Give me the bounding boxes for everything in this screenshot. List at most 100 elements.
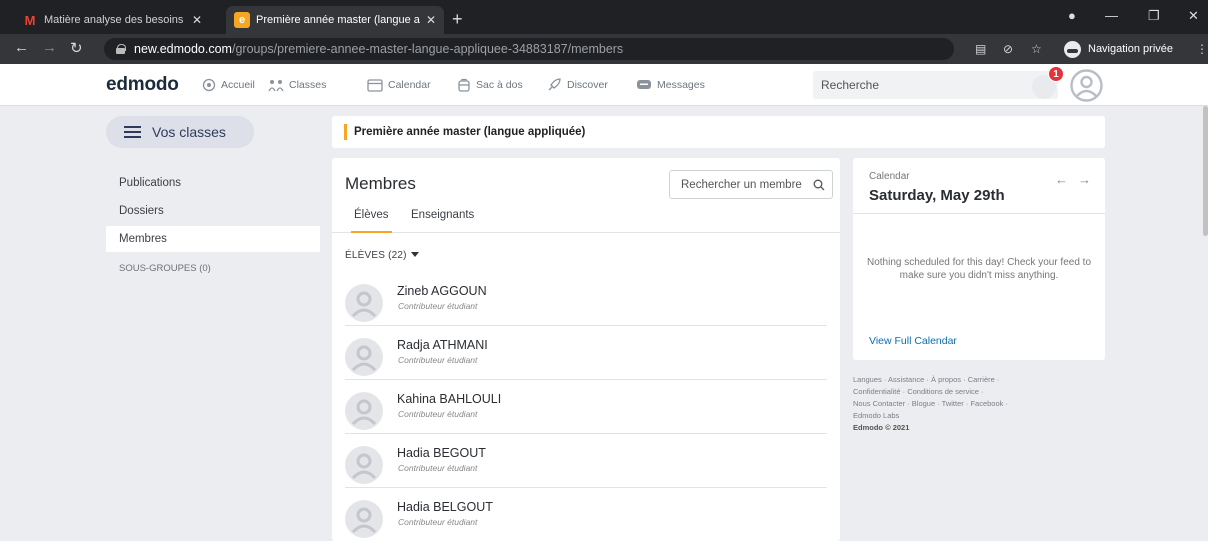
calendar-date: Saturday, May 29th — [869, 187, 1005, 204]
edmodo-logo[interactable]: edmodo — [106, 74, 179, 96]
member-row[interactable]: Kahina BAHLOULI Contributeur étudiant — [345, 380, 827, 434]
vos-classes-button[interactable]: Vos classes — [106, 116, 254, 148]
nav-classes[interactable]: Classes — [268, 64, 326, 106]
search-icon[interactable] — [813, 179, 825, 191]
footer-link[interactable]: Confidentialité — [853, 387, 901, 396]
footer-link[interactable]: Facebook — [970, 399, 1003, 408]
close-tab-icon[interactable]: ✕ — [426, 13, 436, 27]
home-icon — [202, 78, 216, 92]
message-icon — [637, 80, 651, 89]
nav-label: Messages — [657, 79, 705, 91]
member-avatar-icon — [345, 392, 383, 430]
sidebar-item-sous-groupes[interactable]: SOUS-GROUPES (0) — [106, 255, 320, 281]
new-tab-button[interactable]: + — [452, 9, 463, 30]
classes-icon — [268, 80, 284, 92]
member-name[interactable]: Radja ATHMANI — [397, 338, 488, 352]
close-tab-icon[interactable]: ✕ — [192, 13, 202, 27]
star-icon[interactable]: ☆ — [1031, 42, 1042, 56]
restore-icon[interactable]: ❐ — [1148, 8, 1160, 24]
member-tabs: Élèves Enseignants — [332, 207, 840, 233]
students-count-label: ÉLÈVES (22) — [345, 250, 407, 261]
member-search-input[interactable]: Rechercher un membre — [669, 170, 833, 199]
member-name[interactable]: Zineb AGGOUN — [397, 284, 487, 298]
divider — [853, 213, 1105, 214]
back-arrow-icon[interactable]: ← — [14, 39, 29, 56]
footer-link[interactable]: Assistance — [888, 375, 924, 384]
tracking-off-icon[interactable]: ⊘ — [1003, 42, 1013, 56]
copyright: Edmodo © 2021 — [853, 423, 910, 432]
member-name[interactable]: Kahina BAHLOULI — [397, 392, 501, 406]
members-title: Membres — [345, 174, 416, 193]
members-panel: Membres Rechercher un membre Élèves Ense… — [332, 158, 840, 541]
caret-down-icon — [410, 252, 419, 257]
close-window-icon[interactable]: ✕ — [1188, 8, 1199, 24]
calendar-arrows: ← → — [1055, 172, 1091, 187]
footer-link[interactable]: À propos — [931, 375, 961, 384]
calendar-card: Calendar Saturday, May 29th ← → Nothing … — [853, 158, 1105, 360]
nav-label: Calendar — [388, 79, 431, 91]
member-role: Contributeur étudiant — [398, 301, 478, 311]
tab-title: Matière analyse des besoins et c — [44, 14, 186, 26]
backpack-icon — [458, 78, 470, 92]
url-field[interactable]: new.edmodo.com /groups/premiere-annee-ma… — [104, 38, 954, 60]
minimize-icon[interactable]: — — [1105, 8, 1118, 23]
gmail-icon: M — [24, 12, 36, 28]
member-role: Contributeur étudiant — [398, 355, 478, 365]
translate-icon[interactable]: ▤ — [975, 42, 986, 56]
member-name[interactable]: Hadia BELGOUT — [397, 500, 493, 514]
sidebar-item-membres[interactable]: Membres — [106, 226, 320, 252]
footer-link[interactable]: Twitter — [942, 399, 964, 408]
member-avatar-icon — [345, 338, 383, 376]
sidebar-item-publications[interactable]: Publications — [106, 170, 320, 196]
user-avatar-icon[interactable] — [1070, 69, 1103, 102]
footer-link[interactable]: Carrière — [968, 375, 995, 384]
member-search-placeholder: Rechercher un membre — [681, 178, 802, 191]
browser-tab-gmail[interactable]: M Matière analyse des besoins et c ✕ — [14, 6, 210, 34]
nav-accueil[interactable]: Accueil — [202, 64, 255, 106]
lock-icon — [116, 44, 126, 54]
vos-classes-label: Vos classes — [152, 124, 226, 140]
footer-link[interactable]: Langues — [853, 375, 882, 384]
prev-day-arrow-icon[interactable]: ← — [1055, 172, 1068, 187]
member-row[interactable]: Zineb AGGOUN Contributeur étudiant — [345, 272, 827, 326]
member-row[interactable]: Hadia BEGOUT Contributeur étudiant — [345, 434, 827, 488]
member-row[interactable]: Radja ATHMANI Contributeur étudiant — [345, 326, 827, 380]
tab-enseignants[interactable]: Enseignants — [411, 209, 474, 233]
sidebar-item-dossiers[interactable]: Dossiers — [106, 198, 320, 224]
nav-calendar[interactable]: Calendar — [367, 64, 431, 106]
forward-arrow-icon[interactable]: → — [42, 39, 57, 56]
nav-label: Accueil — [221, 79, 255, 91]
next-day-arrow-icon[interactable]: → — [1078, 172, 1091, 187]
nav-label: Sac à dos — [476, 79, 523, 91]
browser-menu-icon[interactable]: ⋮ — [1196, 42, 1208, 56]
reload-icon[interactable]: ↻ — [70, 39, 83, 57]
member-row[interactable]: Hadia BELGOUT Contributeur étudiant — [345, 488, 827, 541]
nav-discover[interactable]: Discover — [546, 64, 608, 106]
nav-messages[interactable]: Messages — [636, 64, 705, 106]
member-avatar-icon — [345, 284, 383, 322]
tab-title: Première année master (langue a — [256, 14, 420, 26]
browser-tab-edmodo[interactable]: e Première année master (langue a ✕ — [226, 6, 444, 34]
search-placeholder: Recherche — [821, 78, 880, 92]
profile-dot-icon[interactable]: ● — [1068, 8, 1076, 23]
edmodo-favicon-icon: e — [234, 12, 250, 28]
page-scrollbar[interactable] — [1203, 106, 1208, 236]
edmodo-header: edmodo Accueil Classes Calendar Sac à do… — [0, 64, 1208, 106]
hamburger-menu-icon — [124, 126, 141, 138]
footer-link[interactable]: Edmodo Labs — [853, 411, 899, 420]
view-full-calendar-link[interactable]: View Full Calendar — [869, 335, 957, 347]
calendar-icon — [367, 79, 383, 92]
member-name[interactable]: Hadia BEGOUT — [397, 446, 486, 460]
header-search-input[interactable]: Recherche — [813, 71, 1058, 99]
incognito-indicator[interactable]: Navigation privée — [1064, 39, 1173, 59]
students-filter-dropdown[interactable]: ÉLÈVES (22) — [345, 250, 419, 261]
nav-sac-a-dos[interactable]: Sac à dos — [457, 64, 523, 106]
footer-link[interactable]: Blogue — [912, 399, 935, 408]
footer-link[interactable]: Conditions de service — [907, 387, 979, 396]
member-role: Contributeur étudiant — [398, 409, 478, 419]
footer-link[interactable]: Nous Contacter — [853, 399, 905, 408]
calendar-empty-message: Nothing scheduled for this day! Check yo… — [866, 257, 1092, 281]
class-name-banner: Première année master (langue appliquée) — [332, 116, 1105, 148]
tab-eleves[interactable]: Élèves — [351, 209, 392, 233]
footer-links: Langues · Assistance · À propos · Carriè… — [853, 374, 1105, 434]
